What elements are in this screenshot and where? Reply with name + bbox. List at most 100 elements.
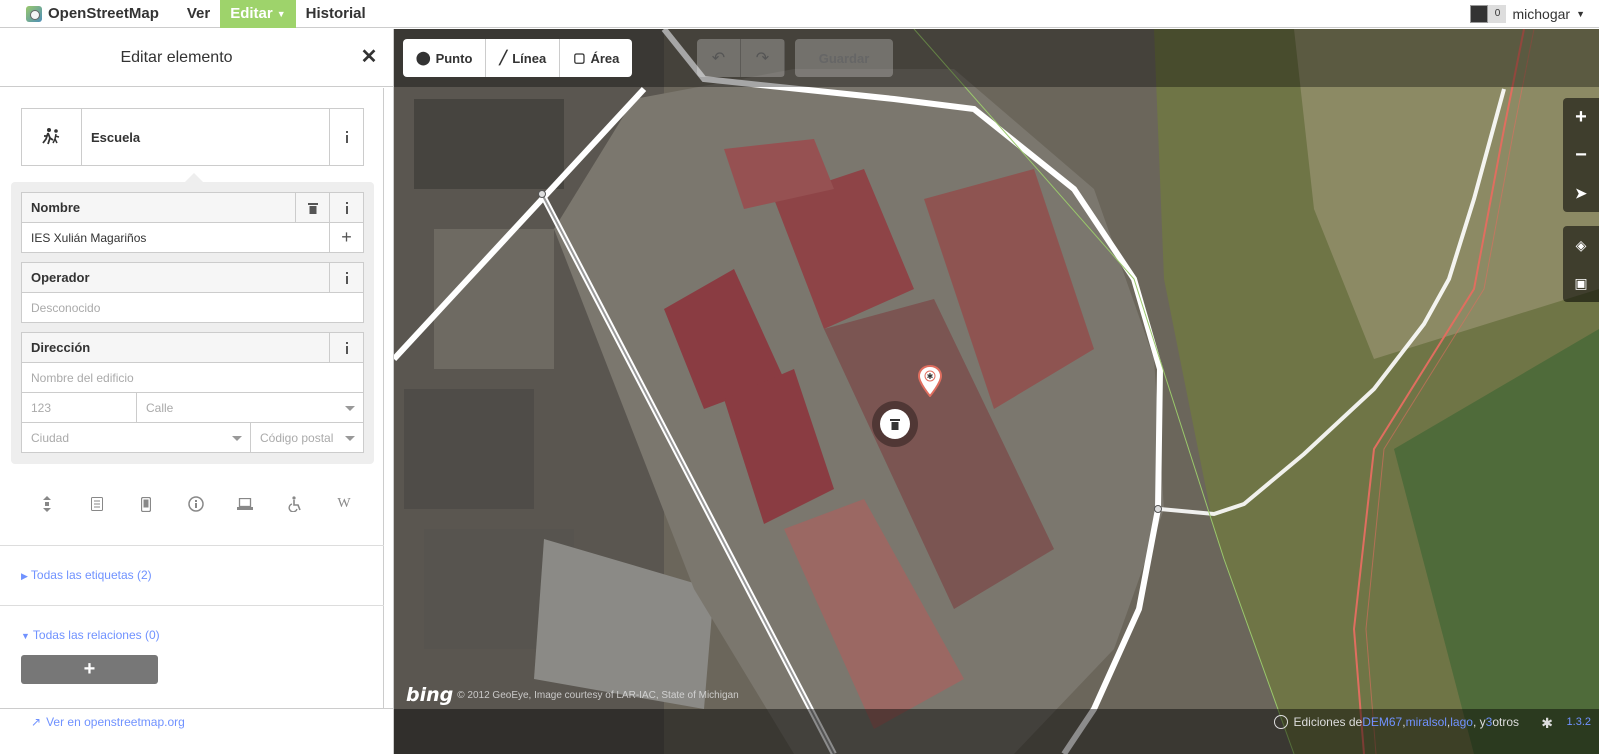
field-name-label: Nombre [31, 200, 81, 215]
contributor-link[interactable]: DEM67 [1362, 715, 1402, 729]
add-line-button[interactable]: ╱ Línea [486, 39, 561, 77]
add-area-label: Área [590, 50, 620, 66]
avatar [1470, 5, 1489, 23]
zoom-out-icon[interactable]: − [1563, 136, 1599, 174]
tab-historial-label: Historial [305, 4, 366, 22]
field-operator-label: Operador [31, 270, 90, 285]
add-point-button[interactable]: ⬤ Punto [403, 39, 487, 77]
preset-button[interactable]: Escuela [21, 108, 364, 166]
building-name-input[interactable]: Nombre del edificio [21, 363, 364, 393]
view-on-osm-link[interactable]: Ver en openstreetmap.org [31, 715, 185, 729]
bug-report-icon[interactable]: ✱ [1541, 715, 1553, 732]
others-text: otros [1492, 715, 1519, 729]
tab-ver[interactable]: Ver [177, 0, 220, 28]
add-localized-name-icon[interactable]: + [329, 223, 363, 252]
map-data-icon[interactable]: ▣ [1563, 264, 1599, 302]
brand-name: OpenStreetMap [48, 5, 159, 22]
tab-editar[interactable]: Editar ▼ [220, 0, 296, 28]
divider [0, 545, 384, 546]
tab-historial[interactable]: Historial [296, 0, 376, 28]
zoom-in-icon[interactable]: + [1563, 98, 1599, 136]
contributor-link[interactable]: miralsol [1406, 715, 1447, 729]
note-icon[interactable] [89, 496, 105, 512]
name-input-value[interactable]: IES Xulián Magariños [22, 231, 329, 245]
elevator-icon[interactable] [39, 496, 55, 512]
trash-icon [890, 419, 900, 430]
field-label-row: Dirección [21, 332, 364, 363]
field-label-row: Operador [21, 262, 364, 293]
address-row-1: 123 Calle [21, 393, 364, 423]
chevron-down-icon: ▼ [1576, 9, 1585, 19]
save-button[interactable]: Guardar [795, 39, 893, 77]
delete-feature-button[interactable] [880, 409, 910, 439]
field-address: Dirección Nombre del edificio 123 Calle … [21, 332, 364, 453]
version-link[interactable]: 1.3.2 [1567, 716, 1591, 728]
username: michogar [1512, 6, 1571, 22]
satellite-imagery [394, 29, 1599, 754]
undo-icon[interactable]: ↶ [697, 39, 741, 77]
wikipedia-icon[interactable]: W [336, 496, 352, 512]
history-icon [1273, 715, 1288, 729]
area-icon: ▢ [573, 50, 586, 65]
redo-icon[interactable]: ↷ [741, 39, 785, 77]
map-canvas[interactable]: ⬤ Punto ╱ Línea ▢ Área ↶ ↷ Guardar + − ➤ ◈ … [394, 29, 1599, 754]
close-icon[interactable]: ✕ [359, 47, 379, 67]
add-point-label: Punto [435, 50, 473, 66]
preset-fields: Nombre IES Xulián Magariños + Operador D… [11, 182, 374, 464]
field-address-label: Dirección [31, 340, 91, 355]
info-icon[interactable] [329, 263, 363, 292]
housenumber-input[interactable]: 123 [22, 393, 137, 422]
sidebar-footer: Ver en openstreetmap.org [0, 708, 394, 754]
info-icon[interactable] [329, 333, 363, 362]
inspector-body[interactable]: Escuela Nombre IES Xulián Magariños + Op… [0, 88, 384, 708]
geolocate-icon[interactable]: ➤ [1563, 174, 1599, 212]
imagery-attribution: bing © 2012 GeoEye, Image courtesy of LA… [406, 684, 739, 706]
add-area-button[interactable]: ▢ Área [560, 39, 632, 77]
postcode-combo[interactable]: Código postal [251, 423, 363, 452]
edit-history: Ediciones de DEM67, miralsol, lago , y 3… [1273, 715, 1519, 729]
point-icon: ⬤ [416, 50, 431, 65]
layers-icon[interactable]: ◈ [1563, 226, 1599, 264]
edits-prefix: Ediciones de [1293, 715, 1363, 729]
school-map-pin[interactable]: ✱ [917, 364, 943, 400]
info-circle-icon[interactable] [187, 496, 204, 512]
map-footer: Ediciones de DEM67, miralsol, lago , y 3… [394, 709, 1599, 754]
tab-ver-label: Ver [186, 4, 211, 22]
field-label-row: Nombre [21, 192, 364, 223]
triangle-down-icon: ▼ [21, 631, 30, 641]
info-icon[interactable] [329, 109, 363, 165]
laptop-icon[interactable] [237, 496, 253, 512]
operator-placeholder[interactable]: Desconocido [22, 301, 363, 315]
mode-buttons: ⬤ Punto ╱ Línea ▢ Área [403, 39, 633, 77]
undo-redo-group: ↶ ↷ [697, 39, 785, 77]
building-placeholder[interactable]: Nombre del edificio [22, 371, 363, 385]
sidebar: Editar elemento ✕ Escuela Nombre IES Xul… [0, 29, 394, 754]
attribution-text[interactable]: © 2012 GeoEye, Image courtesy of LAR-IAC… [457, 690, 738, 701]
street-combo[interactable]: Calle [137, 393, 363, 422]
others-count-link[interactable]: 3 [1486, 715, 1493, 729]
name-input[interactable]: IES Xulián Magariños + [21, 223, 364, 253]
city-combo[interactable]: Ciudad [22, 423, 251, 452]
all-relations-toggle[interactable]: ▼ Todas las relaciones (0) [21, 628, 160, 642]
map-toolbar: ⬤ Punto ╱ Línea ▢ Área ↶ ↷ Guardar [394, 29, 1599, 87]
all-tags-toggle[interactable]: ▶ Todas las etiquetas (2) [21, 568, 152, 582]
operator-input[interactable]: Desconocido [21, 293, 364, 323]
add-relation-button[interactable]: + [21, 655, 158, 684]
map-controls: + − ➤ [1563, 98, 1599, 212]
top-navigation: OpenStreetMap Ver Editar ▼ Historial 0 mi… [0, 0, 1599, 28]
trash-icon[interactable] [295, 193, 329, 222]
info-icon[interactable] [329, 193, 363, 222]
phone-icon[interactable] [138, 496, 154, 512]
svg-text:✱: ✱ [927, 372, 934, 381]
user-menu[interactable]: 0 michogar ▼ [1470, 0, 1585, 28]
sidebar-title: Editar elemento [120, 48, 233, 66]
field-operator: Operador Desconocido [21, 262, 364, 323]
and-text: , y [1472, 715, 1486, 729]
preset-notch [185, 173, 203, 182]
all-relations-label: Todas las relaciones (0) [32, 628, 160, 642]
wheelchair-icon[interactable] [287, 496, 303, 512]
brand-link[interactable]: OpenStreetMap [0, 0, 177, 28]
address-row-2: Ciudad Código postal [21, 423, 364, 453]
contributor-link[interactable]: lago [1450, 715, 1473, 729]
map-panels: ◈ ▣ [1563, 226, 1599, 302]
